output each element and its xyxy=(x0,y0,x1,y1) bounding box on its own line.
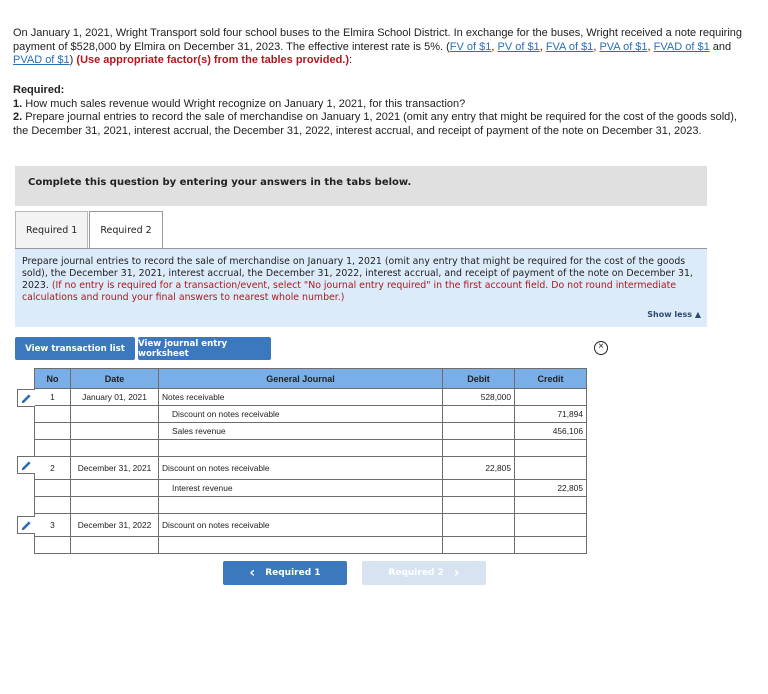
credit-field[interactable] xyxy=(514,439,587,457)
account-field[interactable]: Discount on notes receivable xyxy=(158,405,443,423)
view-journal-worksheet-button[interactable]: View journal entry worksheet xyxy=(138,337,271,360)
pencil-icon xyxy=(21,520,31,530)
pencil-icon xyxy=(21,460,31,470)
entry-number xyxy=(34,422,71,440)
instructions-panel: Prepare journal entries to record the sa… xyxy=(15,249,707,327)
debit-field[interactable]: 528,000 xyxy=(442,388,515,406)
fvad-link[interactable]: FVAD of $1 xyxy=(654,41,710,53)
pvad-link[interactable]: PVAD of $1 xyxy=(13,54,70,66)
account-field[interactable]: Discount on notes receivable xyxy=(158,456,443,480)
credit-field[interactable] xyxy=(514,496,587,514)
chevron-left-icon: ‹ xyxy=(249,565,256,581)
credit-field[interactable] xyxy=(514,388,587,406)
credit-field[interactable] xyxy=(514,513,587,537)
next-required-2-button[interactable]: Required 2 › xyxy=(362,561,486,585)
entry-date xyxy=(70,422,159,440)
required-item-1: 1. How much sales revenue would Wright r… xyxy=(13,97,466,110)
col-header-debit: Debit xyxy=(442,368,515,389)
debit-field[interactable] xyxy=(442,479,515,497)
debit-field[interactable]: 22,805 xyxy=(442,456,515,480)
instructions-note: (If no entry is required for a transacti… xyxy=(22,280,677,303)
credit-field[interactable]: 456,106 xyxy=(514,422,587,440)
credit-field[interactable] xyxy=(514,536,587,554)
entry-number: 3 xyxy=(34,513,71,537)
edit-entry-button[interactable] xyxy=(17,389,35,407)
col-header-date: Date xyxy=(70,368,159,389)
complete-question-banner: Complete this question by entering your … xyxy=(15,166,707,206)
table-row: 3 December 31, 2022 Discount on notes rece… xyxy=(34,513,587,537)
table-row xyxy=(34,496,587,514)
table-row: Interest revenue 22,805 xyxy=(34,479,587,497)
show-less-toggle[interactable]: Show less ▲ xyxy=(647,309,701,321)
entry-number: 2 xyxy=(34,456,71,480)
entry-number xyxy=(34,405,71,423)
problem-statement: On January 1, 2021, Wright Transport sol… xyxy=(13,27,743,66)
view-transaction-list-button[interactable]: View transaction list xyxy=(15,337,135,360)
table-row: Sales revenue 456,106 xyxy=(34,422,587,440)
pv-link[interactable]: PV of $1 xyxy=(497,41,539,53)
edit-entry-button[interactable] xyxy=(17,516,35,534)
entry-date xyxy=(70,496,159,514)
table-row xyxy=(34,439,587,457)
credit-field[interactable] xyxy=(514,456,587,480)
entry-date: December 31, 2021 xyxy=(70,456,159,480)
table-row xyxy=(34,536,587,554)
col-header-no: No xyxy=(34,368,71,389)
chevron-right-icon: › xyxy=(453,565,460,581)
entry-date xyxy=(70,536,159,554)
table-row: Discount on notes receivable 71,894 xyxy=(34,405,587,423)
tab-bar: Required 1 Required 2 xyxy=(15,211,163,250)
entry-number: 1 xyxy=(34,388,71,406)
close-icon[interactable]: × xyxy=(594,341,608,355)
pva-link[interactable]: PVA of $1 xyxy=(599,41,647,53)
entry-date: January 01, 2021 xyxy=(70,388,159,406)
account-field[interactable] xyxy=(158,536,443,554)
entry-date: December 31, 2022 xyxy=(70,513,159,537)
tab-required-2[interactable]: Required 2 xyxy=(89,211,163,250)
account-field[interactable] xyxy=(158,496,443,514)
factor-warning: (Use appropriate factor(s) from the tabl… xyxy=(76,54,350,66)
account-field[interactable]: Notes receivable xyxy=(158,388,443,406)
general-journal-table: No Date General Journal Debit Credit 1 Ja… xyxy=(34,368,587,554)
entry-date xyxy=(70,439,159,457)
account-field[interactable]: Interest revenue xyxy=(158,479,443,497)
credit-field[interactable]: 22,805 xyxy=(514,479,587,497)
account-field[interactable]: Sales revenue xyxy=(158,422,443,440)
debit-field[interactable] xyxy=(442,405,515,423)
debit-field[interactable] xyxy=(442,439,515,457)
entry-date xyxy=(70,405,159,423)
fv-link[interactable]: FV of $1 xyxy=(450,41,492,53)
prev-required-1-button[interactable]: ‹ Required 1 xyxy=(223,561,347,585)
required-header: Required: xyxy=(13,84,65,96)
debit-field[interactable] xyxy=(442,496,515,514)
credit-field[interactable]: 71,894 xyxy=(514,405,587,423)
entry-number xyxy=(34,479,71,497)
account-field[interactable] xyxy=(158,439,443,457)
required-section: Required: 1. How much sales revenue woul… xyxy=(13,84,743,138)
required-item-2: 2. Prepare journal entries to record the… xyxy=(13,111,737,137)
col-header-account: General Journal xyxy=(158,368,443,389)
table-row: 2 December 31, 2021 Discount on notes rece… xyxy=(34,456,587,480)
entry-date xyxy=(70,479,159,497)
debit-field[interactable] xyxy=(442,422,515,440)
tab-required-1[interactable]: Required 1 xyxy=(15,211,89,249)
pencil-icon xyxy=(21,393,31,403)
debit-field[interactable] xyxy=(442,513,515,537)
fva-link[interactable]: FVA of $1 xyxy=(546,41,594,53)
account-field[interactable]: Discount on notes receivable xyxy=(158,513,443,537)
entry-number xyxy=(34,536,71,554)
debit-field[interactable] xyxy=(442,536,515,554)
table-row: 1 January 01, 2021 Notes receivable 528,000 xyxy=(34,388,587,406)
entry-number xyxy=(34,439,71,457)
entry-number xyxy=(34,496,71,514)
edit-entry-button[interactable] xyxy=(17,456,35,474)
col-header-credit: Credit xyxy=(514,368,587,389)
